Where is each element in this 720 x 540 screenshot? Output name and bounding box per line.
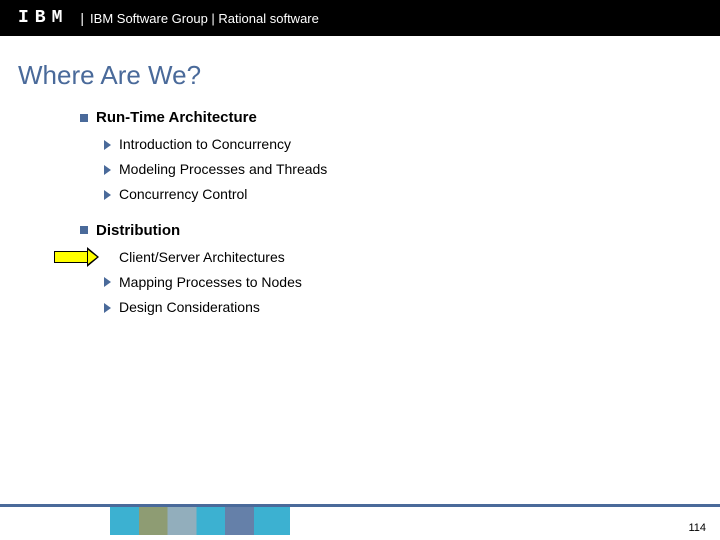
section-title: Distribution: [96, 222, 180, 239]
section-title: Run-Time Architecture: [96, 109, 257, 126]
list-item: Client/Server Architectures: [104, 245, 720, 270]
section-heading: Distribution: [80, 222, 720, 239]
triangle-bullet-icon: [104, 165, 111, 175]
triangle-bullet-icon: [104, 140, 111, 150]
list-item: Mapping Processes to Nodes: [104, 270, 720, 295]
square-bullet-icon: [80, 114, 88, 122]
triangle-bullet-icon: [104, 190, 111, 200]
item-text: Concurrency Control: [119, 182, 247, 207]
slide-title: Where Are We?: [18, 60, 720, 91]
section-heading: Run-Time Architecture: [80, 109, 720, 126]
item-text: Mapping Processes to Nodes: [119, 270, 302, 295]
header-bar: IBM | IBM Software Group | Rational soft…: [0, 0, 720, 36]
header-title: IBM Software Group | Rational software: [90, 11, 319, 26]
list-item: Modeling Processes and Threads: [104, 157, 720, 182]
square-bullet-icon: [80, 226, 88, 234]
header-divider: |: [80, 10, 84, 26]
list-item: Introduction to Concurrency: [104, 132, 720, 157]
content-area: Run-Time Architecture Introduction to Co…: [80, 109, 720, 320]
footer-body: 114: [0, 507, 720, 540]
list-item: Design Considerations: [104, 295, 720, 320]
sub-list: Introduction to Concurrency Modeling Pro…: [104, 132, 720, 208]
item-text: Design Considerations: [119, 295, 260, 320]
sub-list: Client/Server Architectures Mapping Proc…: [104, 245, 720, 321]
triangle-bullet-icon: [104, 277, 111, 287]
list-item: Concurrency Control: [104, 182, 720, 207]
item-text: Introduction to Concurrency: [119, 132, 291, 157]
page-number: 114: [688, 522, 706, 534]
footer: 114: [0, 504, 720, 540]
footer-graphic-strip: [110, 507, 290, 535]
ibm-logo: IBM: [18, 8, 68, 28]
current-arrow-icon: [54, 247, 99, 267]
item-text: Client/Server Architectures: [119, 245, 285, 270]
triangle-bullet-icon: [104, 303, 111, 313]
item-text: Modeling Processes and Threads: [119, 157, 327, 182]
